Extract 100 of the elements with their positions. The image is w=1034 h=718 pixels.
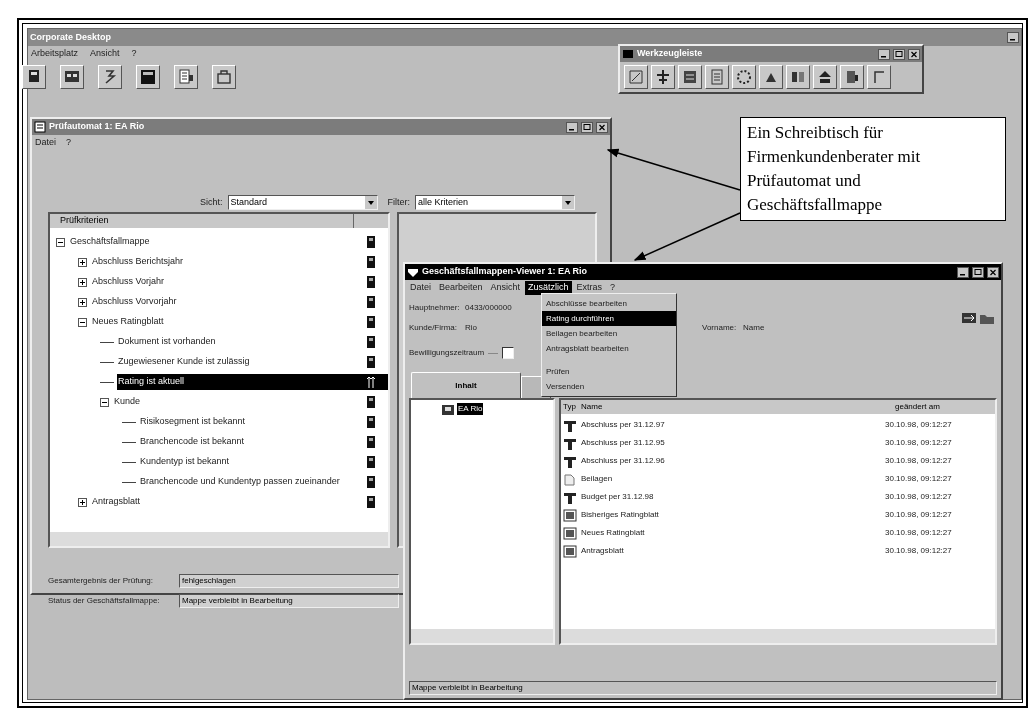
column-header[interactable]: geändert am — [885, 401, 975, 413]
field-value: Name — [743, 322, 765, 334]
menu-item[interactable]: ? — [607, 281, 619, 295]
expander-icon[interactable] — [78, 297, 87, 307]
toolbar-button[interactable] — [60, 65, 84, 89]
expander-icon[interactable] — [78, 257, 87, 267]
menu-item[interactable]: Arbeitsplatz — [28, 46, 82, 61]
toolbar-button[interactable] — [212, 65, 236, 89]
field-label: Status der Geschäftsfallmappe: — [48, 595, 161, 607]
minimize-icon[interactable] — [1007, 32, 1019, 43]
tree-item[interactable]: Dokument ist vorhanden — [117, 334, 354, 350]
minimize-icon[interactable] — [878, 48, 890, 60]
checkbox[interactable] — [502, 347, 515, 359]
field-label: Gesamtergebnis der Prüfung: — [48, 575, 154, 587]
document-icon — [563, 508, 577, 522]
tree-item[interactable]: EA Rio — [457, 403, 484, 415]
tool-button[interactable] — [867, 65, 891, 89]
scrollbar[interactable] — [50, 532, 388, 546]
menu-item[interactable]: Ansicht — [487, 281, 524, 295]
tree-item[interactable]: Antragsblatt — [91, 494, 354, 510]
column-header[interactable]: Name — [579, 401, 885, 413]
table-cell-text: Abschluss per 31.12.97 — [580, 419, 666, 431]
close-icon[interactable] — [908, 48, 920, 60]
tree-item[interactable]: Neues Ratingblatt — [91, 314, 354, 330]
menu-item[interactable]: Bearbeiten — [436, 281, 486, 295]
expander-icon[interactable] — [78, 317, 87, 327]
document-icon — [563, 436, 577, 450]
tree-item[interactable]: Kundentyp ist bekannt — [139, 454, 354, 470]
table-cell-text: Bisheriges Ratingblatt — [580, 509, 660, 521]
window-title: Corporate Desktop — [30, 30, 111, 44]
toolbar-button[interactable] — [98, 65, 122, 89]
expander-icon[interactable] — [100, 397, 109, 407]
tool-button[interactable] — [624, 65, 648, 89]
table-cell-text: Antragsblatt — [580, 545, 625, 557]
menu-item[interactable]: Zusätzlich — [525, 281, 572, 295]
dropdown-field[interactable]: Standard — [227, 195, 378, 210]
status-icon — [366, 435, 376, 449]
table-cell-text: 30.10.98, 09:12:27 — [885, 509, 953, 521]
table-cell-text: 30.10.98, 09:12:27 — [885, 473, 953, 485]
expander-icon[interactable] — [78, 497, 87, 507]
tree-item[interactable]: Abschluss Vorjahr — [91, 274, 354, 290]
tool-button[interactable] — [813, 65, 837, 89]
tool-button[interactable] — [678, 65, 702, 89]
tree-item[interactable]: Branchencode ist bekannt — [139, 434, 354, 450]
table-cell-text: 30.10.98, 09:12:27 — [885, 491, 953, 503]
table-cell-text: Abschluss per 31.12.95 — [580, 437, 666, 449]
menu-item[interactable]: Datei — [32, 135, 59, 150]
scrollbar[interactable] — [561, 629, 995, 643]
transfer-icon[interactable] — [961, 310, 977, 326]
table-cell-text: Beilagen — [580, 473, 614, 485]
tree-item[interactable]: Kunde — [113, 394, 354, 410]
tool-button[interactable] — [759, 65, 783, 89]
tool-button[interactable] — [840, 65, 864, 89]
tree-item[interactable]: Abschluss Berichtsjahr — [91, 254, 354, 270]
tree-item[interactable]: Abschluss Vorvorjahr — [91, 294, 354, 310]
status-icon — [366, 295, 376, 309]
menu-item[interactable]: Abschlüsse bearbeiten — [542, 296, 676, 311]
expander-icon[interactable] — [78, 277, 87, 287]
tree-item[interactable]: Geschäftsfallmappe — [69, 234, 354, 250]
document-icon — [563, 454, 577, 468]
menu-item[interactable]: Prüfen — [542, 364, 676, 379]
tree-item[interactable]: Branchencode und Kundentyp passen zueinander — [139, 474, 354, 490]
maximize-icon[interactable] — [972, 266, 984, 278]
tool-button[interactable] — [786, 65, 810, 89]
maximize-icon[interactable] — [893, 48, 905, 60]
tree-item[interactable]: Zugewiesener Kunde ist zulässig — [117, 354, 354, 370]
menu-item[interactable]: Ansicht — [87, 46, 123, 61]
field-value: Rio — [465, 322, 477, 334]
minimize-icon[interactable] — [566, 121, 578, 133]
menu-item[interactable]: Beilagen bearbeiten — [542, 326, 676, 341]
tool-button[interactable] — [705, 65, 729, 89]
status-icon — [366, 355, 376, 369]
close-icon[interactable] — [596, 121, 608, 133]
menu-item[interactable]: Antragsblatt bearbeiten — [542, 341, 676, 356]
menu-item[interactable]: Extras — [573, 281, 606, 295]
table-cell-text: 30.10.98, 09:12:27 — [885, 419, 953, 431]
menu-item[interactable]: Rating durchführen — [542, 311, 676, 326]
menu-item[interactable]: ? — [128, 46, 140, 61]
status-icon — [366, 455, 376, 469]
tool-button[interactable] — [732, 65, 756, 89]
menu-item[interactable]: Versenden — [542, 379, 676, 394]
tab[interactable]: Inhalt — [411, 372, 521, 398]
menu-item[interactable]: ? — [63, 135, 75, 150]
document-icon — [563, 472, 577, 486]
dropdown-field[interactable]: alle Kriterien — [415, 195, 575, 210]
minimize-icon[interactable] — [957, 266, 969, 278]
toolbar-button[interactable] — [22, 65, 46, 89]
column-header[interactable]: Typ — [561, 401, 579, 413]
toolbar-button[interactable] — [174, 65, 198, 89]
tool-button[interactable] — [651, 65, 675, 89]
expander-icon[interactable] — [56, 237, 65, 247]
close-icon[interactable] — [987, 266, 999, 278]
menu-item[interactable]: Datei — [407, 281, 434, 295]
scrollbar[interactable] — [411, 629, 553, 643]
window-title: Geschäftsfallmappen-Viewer 1: EA Rio — [422, 265, 588, 279]
tree-item[interactable]: Risikosegment ist bekannt — [139, 414, 354, 430]
toolbar-button[interactable] — [136, 65, 160, 89]
tree-item[interactable]: Rating ist aktuell — [117, 374, 354, 390]
status-icon — [366, 495, 376, 509]
maximize-icon[interactable] — [581, 121, 593, 133]
